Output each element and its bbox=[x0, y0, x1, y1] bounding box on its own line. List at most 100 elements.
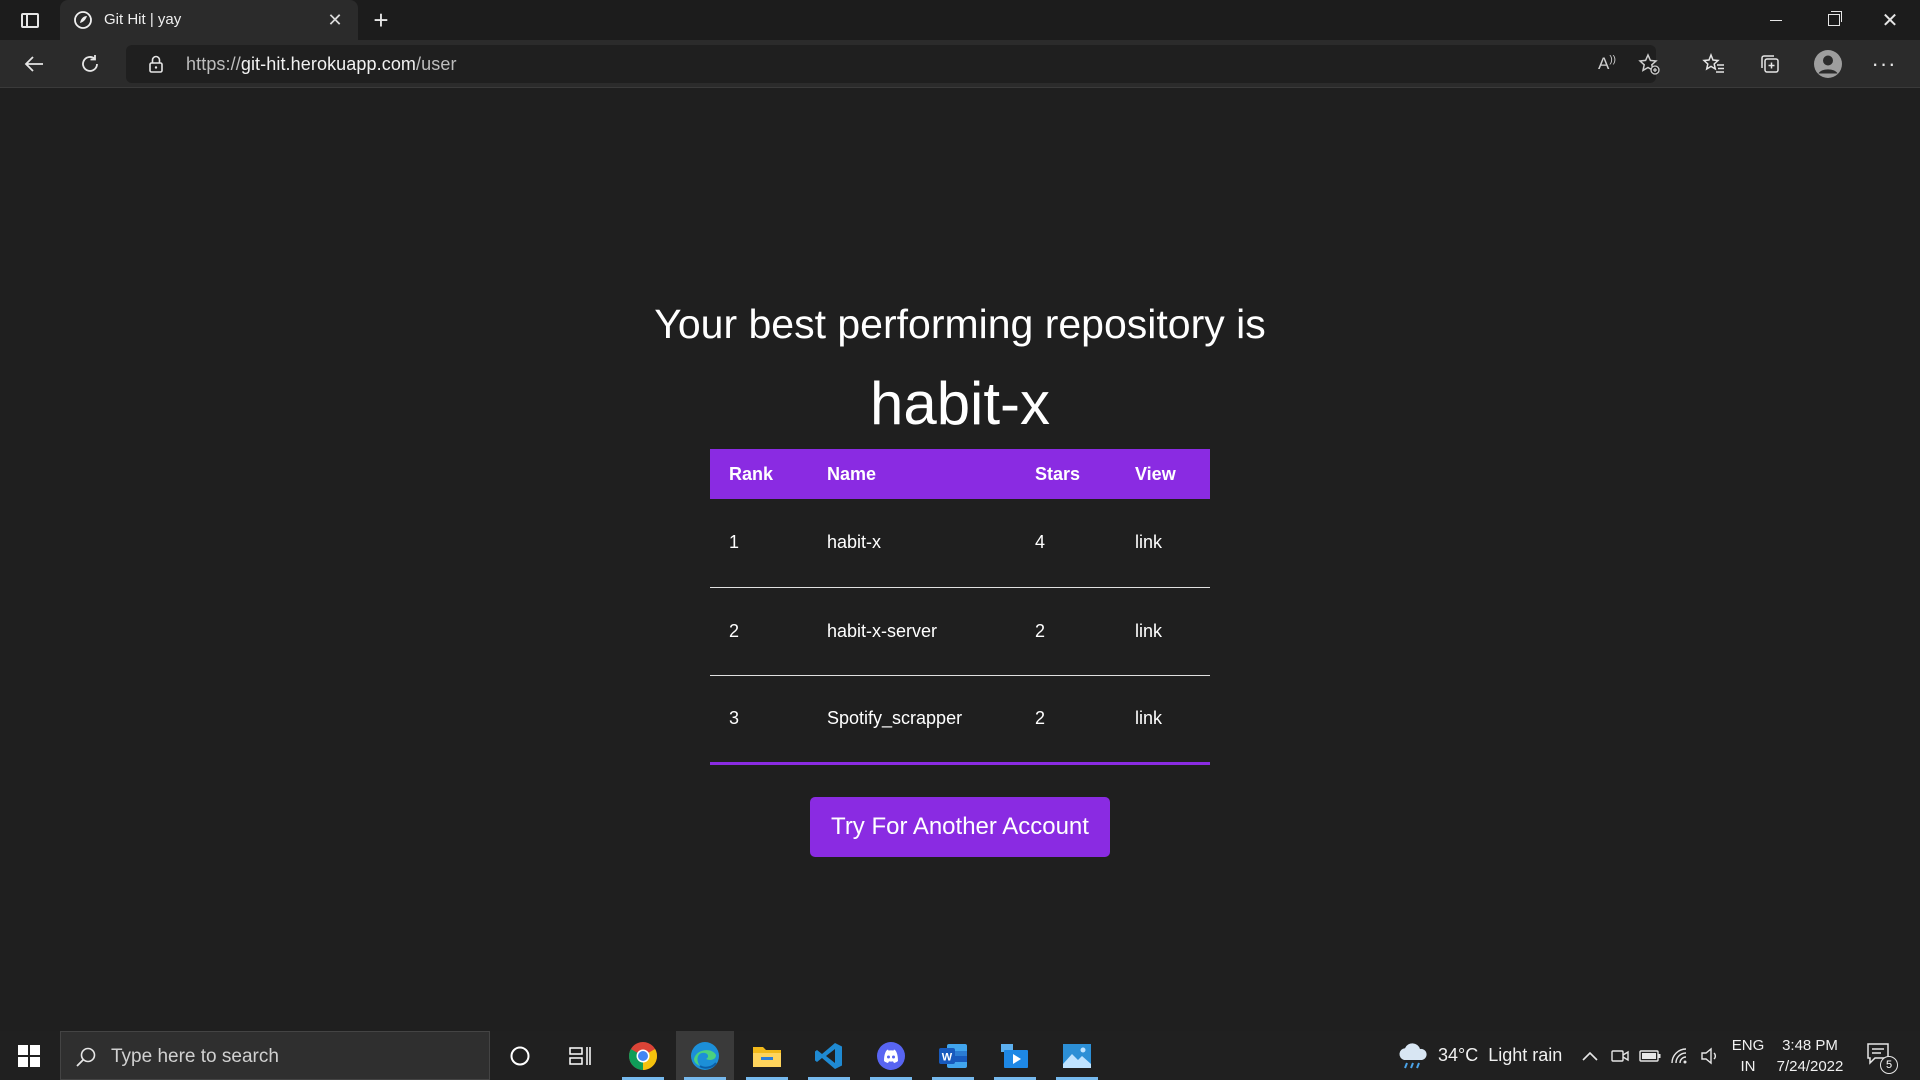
browser-toolbar: https://git-hit.herokuapp.com/user A)) ·… bbox=[0, 40, 1920, 88]
clock-time: 3:48 PM bbox=[1782, 1037, 1838, 1054]
view-link[interactable]: link bbox=[1135, 708, 1162, 728]
taskbar-file-explorer[interactable] bbox=[738, 1031, 796, 1080]
tab-close-icon[interactable]: ✕ bbox=[324, 9, 346, 31]
clock-date: 7/24/2022 bbox=[1776, 1058, 1844, 1075]
more-dots-icon: ··· bbox=[1871, 51, 1897, 76]
sidebar-panel-icon bbox=[21, 12, 39, 28]
svg-text:W: W bbox=[942, 1051, 953, 1063]
system-clock[interactable]: 3:48 PM 7/24/2022 bbox=[1770, 1035, 1850, 1077]
back-button[interactable] bbox=[16, 48, 52, 80]
close-icon: ✕ bbox=[1881, 9, 1899, 32]
cell-stars: 4 bbox=[1016, 499, 1116, 588]
task-view-icon bbox=[569, 1046, 591, 1065]
page-heading: Your best performing repository is bbox=[654, 301, 1266, 347]
weather-text: 34°C Light rain bbox=[1438, 1045, 1563, 1065]
chevron-up-icon bbox=[1582, 1051, 1598, 1061]
cell-name: habit-x-server bbox=[808, 587, 1016, 676]
chrome-icon bbox=[629, 1041, 657, 1070]
cell-stars: 2 bbox=[1016, 675, 1116, 765]
browser-tab-bar: Git Hit | yay ✕ + ✕ bbox=[0, 0, 1920, 40]
col-header-stars: Stars bbox=[1035, 463, 1081, 484]
col-header-name: Name bbox=[827, 463, 877, 484]
try-another-account-button[interactable]: Try For Another Account bbox=[810, 797, 1110, 857]
taskbar-discord[interactable] bbox=[862, 1031, 920, 1080]
show-hidden-icons-button[interactable] bbox=[1578, 1031, 1602, 1080]
weather-widget[interactable]: 34°C Light rain bbox=[1396, 1031, 1562, 1080]
table-row: 1 habit-x 4 link bbox=[710, 499, 1210, 588]
repo-ranking-table: Rank Name Stars View 1 habit-x 4 link 2 … bbox=[710, 449, 1210, 765]
refresh-button[interactable] bbox=[72, 48, 108, 80]
task-view-button[interactable] bbox=[551, 1031, 609, 1080]
tab-actions-button[interactable] bbox=[14, 8, 46, 32]
view-link[interactable]: link bbox=[1135, 532, 1162, 552]
cell-view: link bbox=[1116, 587, 1210, 676]
edge-icon bbox=[691, 1041, 719, 1070]
input-language[interactable]: ENG IN bbox=[1728, 1035, 1768, 1077]
action-center-button[interactable]: 5 bbox=[1866, 1042, 1898, 1074]
notification-count-badge: 5 bbox=[1880, 1056, 1898, 1074]
lang-code: ENG bbox=[1731, 1037, 1765, 1054]
table-row: 3 Spotify_scrapper 2 link bbox=[710, 675, 1210, 765]
refresh-icon bbox=[82, 55, 98, 72]
url-path: /user bbox=[416, 54, 457, 74]
taskbar-vscode[interactable] bbox=[800, 1031, 858, 1080]
url-scheme: https:// bbox=[186, 54, 241, 74]
cell-name: Spotify_scrapper bbox=[808, 675, 1016, 765]
page-content: Your best performing repository is habit… bbox=[0, 89, 1920, 1031]
photos-icon bbox=[1063, 1043, 1091, 1068]
table-row: 2 habit-x-server 2 link bbox=[710, 587, 1210, 676]
volume-button[interactable] bbox=[1698, 1031, 1722, 1080]
search-icon bbox=[76, 1047, 96, 1067]
windows-logo-icon bbox=[18, 1044, 40, 1067]
battery-icon bbox=[1639, 1049, 1661, 1062]
windows-taskbar: Type here to search W 34°C Light rain EN… bbox=[0, 1031, 1920, 1080]
collections-icon bbox=[1761, 55, 1779, 73]
cell-rank: 3 bbox=[710, 675, 808, 765]
browser-tab-active[interactable]: Git Hit | yay ✕ bbox=[60, 0, 358, 40]
taskbar-word[interactable]: W bbox=[924, 1031, 982, 1080]
speaker-icon bbox=[1701, 1047, 1716, 1064]
window-close-button[interactable]: ✕ bbox=[1862, 0, 1918, 40]
favorites-button[interactable] bbox=[1696, 48, 1732, 80]
file-explorer-icon bbox=[753, 1046, 781, 1067]
lock-icon[interactable] bbox=[148, 55, 164, 73]
collections-button[interactable] bbox=[1752, 48, 1788, 80]
start-button[interactable] bbox=[0, 1031, 58, 1080]
taskbar-photos[interactable] bbox=[1048, 1031, 1106, 1080]
best-repo-name: habit-x bbox=[869, 370, 1051, 437]
wifi-icon bbox=[1671, 1047, 1687, 1063]
cell-rank: 1 bbox=[710, 499, 808, 588]
cell-rank: 2 bbox=[710, 587, 808, 676]
taskbar-chrome[interactable] bbox=[614, 1031, 672, 1080]
vscode-icon bbox=[815, 1042, 842, 1069]
restore-icon bbox=[1828, 11, 1842, 26]
col-header-rank: Rank bbox=[729, 463, 774, 484]
read-aloud-icon[interactable]: A)) bbox=[1594, 52, 1620, 76]
favorites-icon bbox=[1702, 53, 1724, 73]
view-link[interactable]: link bbox=[1135, 621, 1162, 641]
url-host: git-hit.herokuapp.com bbox=[240, 54, 417, 74]
cortana-button[interactable] bbox=[491, 1031, 549, 1080]
profile-button[interactable] bbox=[1810, 48, 1846, 80]
add-favorite-icon[interactable] bbox=[1636, 52, 1662, 76]
network-button[interactable] bbox=[1668, 1031, 1692, 1080]
window-restore-button[interactable] bbox=[1806, 0, 1862, 40]
minimize-icon bbox=[1770, 19, 1782, 21]
word-icon: W bbox=[939, 1043, 967, 1068]
taskbar-search-box[interactable]: Type here to search bbox=[60, 1031, 490, 1080]
window-minimize-button[interactable] bbox=[1748, 0, 1804, 40]
meet-now-button[interactable] bbox=[1608, 1031, 1632, 1080]
address-bar[interactable]: https://git-hit.herokuapp.com/user A)) bbox=[126, 45, 1660, 83]
settings-more-button[interactable]: ··· bbox=[1866, 48, 1902, 80]
new-tab-button[interactable]: + bbox=[366, 5, 396, 35]
battery-button[interactable] bbox=[1638, 1031, 1662, 1080]
cell-view: link bbox=[1116, 675, 1210, 765]
taskbar-media-player[interactable] bbox=[986, 1031, 1044, 1080]
lang-region: IN bbox=[1740, 1058, 1756, 1075]
taskbar-edge[interactable] bbox=[676, 1031, 734, 1080]
rain-cloud-icon bbox=[1399, 1042, 1427, 1068]
search-placeholder: Type here to search bbox=[111, 1046, 279, 1067]
profile-avatar-icon bbox=[1814, 50, 1842, 78]
discord-icon bbox=[877, 1041, 905, 1070]
media-player-icon bbox=[1001, 1043, 1028, 1068]
